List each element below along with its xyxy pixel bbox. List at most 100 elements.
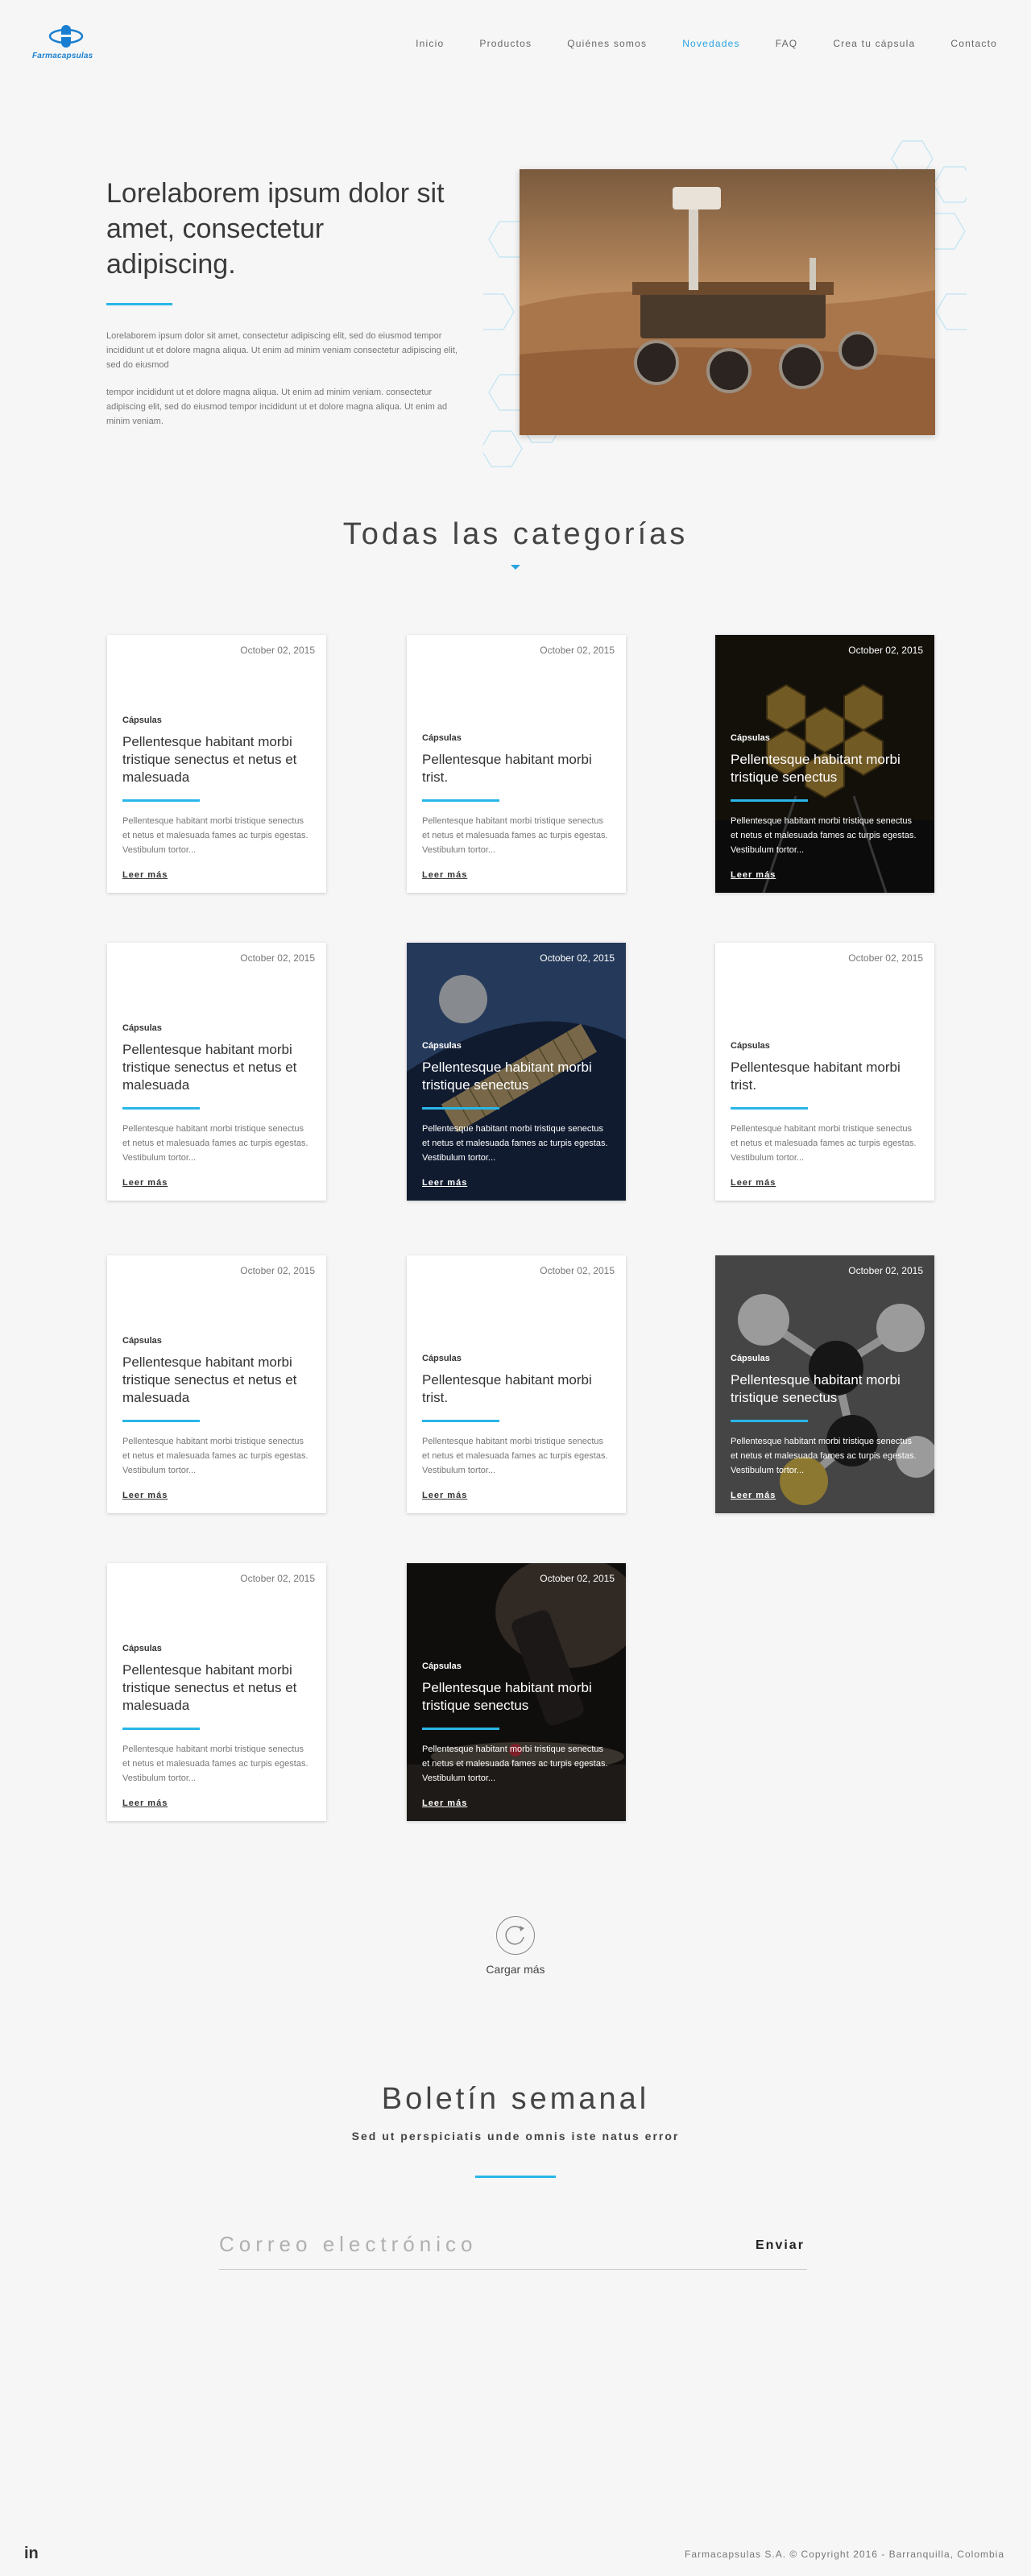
card-date: October 02, 2015 — [540, 1573, 615, 1584]
email-input[interactable] — [219, 2228, 783, 2260]
read-more-link[interactable]: Leer más — [731, 1178, 776, 1188]
card-body: Cápsulas Pellentesque habitant morbi tris… — [731, 733, 919, 893]
read-more-link[interactable]: Leer más — [122, 870, 168, 880]
categories-title: Todas las categorías — [342, 517, 689, 551]
card-title[interactable]: Pellentesque habitant morbi tristique se… — [422, 1679, 611, 1715]
card-date: October 02, 2015 — [848, 645, 923, 656]
nav-crea-tu-capsula[interactable]: Crea tu cápsula — [833, 38, 915, 49]
load-more-button[interactable]: Cargar más — [0, 1963, 1031, 1976]
card-date: October 02, 2015 — [540, 645, 615, 656]
nav-novedades[interactable]: Novedades — [682, 38, 740, 49]
card-title[interactable]: Pellentesque habitant morbi trist. — [422, 1371, 611, 1407]
read-more-link[interactable]: Leer más — [422, 1178, 467, 1188]
article-card[interactable]: October 02, 2015 Cápsulas Pellentesque hab… — [407, 1255, 626, 1513]
card-date: October 02, 2015 — [848, 952, 923, 964]
newsletter-subtitle: Sed ut perspiciatis unde omnis iste natu… — [351, 2130, 680, 2143]
card-divider — [122, 1420, 200, 1422]
copyright-text: Farmacapsulas S.A. © Copyright 2016 - Ba… — [685, 2549, 1004, 2560]
card-title[interactable]: Pellentesque habitant morbi trist. — [731, 1059, 919, 1094]
article-card[interactable]: October 02, 2015 Cápsulas Pellentesque hab… — [107, 943, 326, 1201]
card-divider — [422, 1728, 499, 1730]
card-excerpt: Pellentesque habitant morbi tristique se… — [122, 1744, 308, 1783]
card-divider — [422, 799, 499, 802]
article-card[interactable]: October 02, 2015 Cápsulas Pellentesque hab… — [407, 943, 626, 1201]
card-body: Cápsulas Pellentesque habitant morbi tris… — [122, 716, 311, 893]
card-category: Cápsulas — [422, 1041, 462, 1051]
card-excerpt: Pellentesque habitant morbi tristique se… — [122, 1437, 308, 1475]
card-title[interactable]: Pellentesque habitant morbi tristique se… — [731, 1371, 919, 1407]
card-title[interactable]: Pellentesque habitant morbi tristique se… — [731, 751, 919, 786]
read-more-link[interactable]: Leer más — [122, 1798, 168, 1808]
card-divider — [122, 1728, 200, 1730]
article-card[interactable]: October 02, 2015 Cápsulas Pellentesque hab… — [107, 635, 326, 893]
card-title[interactable]: Pellentesque habitant morbi tristique se… — [122, 1041, 311, 1094]
card-divider — [122, 1107, 200, 1110]
read-more-link[interactable]: Leer más — [122, 1178, 168, 1188]
article-card[interactable]: October 02, 2015 Cápsulas Pellentesque hab… — [715, 1255, 934, 1513]
card-category: Cápsulas — [731, 1041, 770, 1051]
article-card[interactable]: October 02, 2015 Cápsulas Pellentesque hab… — [107, 1255, 326, 1513]
card-category: Cápsulas — [122, 1336, 162, 1346]
article-card[interactable]: October 02, 2015 Cápsulas Pellentesque hab… — [407, 1563, 626, 1821]
card-excerpt: Pellentesque habitant morbi tristique se… — [422, 816, 608, 855]
card-title[interactable]: Pellentesque habitant morbi trist. — [422, 751, 611, 786]
hero-paragraph-2: tempor incididunt ut et dolore magna ali… — [106, 388, 448, 426]
card-date: October 02, 2015 — [848, 1265, 923, 1276]
nav-faq[interactable]: FAQ — [776, 38, 798, 49]
card-divider — [122, 799, 200, 802]
card-divider — [731, 1107, 808, 1110]
card-excerpt: Pellentesque habitant morbi tristique se… — [422, 1744, 608, 1783]
read-more-link[interactable]: Leer más — [422, 1798, 467, 1808]
read-more-link[interactable]: Leer más — [422, 870, 467, 880]
card-title[interactable]: Pellentesque habitant morbi tristique se… — [122, 1354, 311, 1407]
caret-down-icon — [511, 565, 520, 570]
card-date: October 02, 2015 — [240, 1573, 315, 1584]
nav-inicio[interactable]: Inicio — [416, 38, 444, 49]
card-divider — [422, 1107, 499, 1110]
main-nav: Inicio Productos Quiénes somos Novedades… — [380, 38, 997, 49]
card-category: Cápsulas — [731, 1354, 770, 1363]
card-excerpt: Pellentesque habitant morbi tristique se… — [731, 1437, 917, 1475]
card-excerpt: Pellentesque habitant morbi tristique se… — [122, 1124, 308, 1163]
nav-productos[interactable]: Productos — [479, 38, 532, 49]
card-body: Cápsulas Pellentesque habitant morbi tris… — [122, 1644, 311, 1821]
card-excerpt: Pellentesque habitant morbi tristique se… — [731, 1124, 917, 1163]
read-more-link[interactable]: Leer más — [731, 1491, 776, 1500]
card-excerpt: Pellentesque habitant morbi tristique se… — [422, 1124, 608, 1163]
card-divider — [731, 1420, 808, 1422]
read-more-link[interactable]: Leer más — [122, 1491, 168, 1500]
read-more-link[interactable]: Leer más — [422, 1491, 467, 1500]
card-category: Cápsulas — [422, 733, 462, 743]
send-button[interactable]: Enviar — [756, 2238, 805, 2253]
article-card[interactable]: October 02, 2015 Cápsulas Pellentesque hab… — [407, 635, 626, 893]
card-title[interactable]: Pellentesque habitant morbi tristique se… — [122, 733, 311, 786]
card-category: Cápsulas — [122, 1644, 162, 1653]
nav-quienes-somos[interactable]: Quiénes somos — [567, 38, 647, 49]
card-body: Cápsulas Pellentesque habitant morbi tris… — [122, 1336, 311, 1513]
refresh-icon[interactable] — [496, 1916, 535, 1955]
article-card[interactable]: October 02, 2015 Cápsulas Pellentesque hab… — [715, 635, 934, 893]
email-underline — [219, 2269, 807, 2270]
card-body: Cápsulas Pellentesque habitant morbi tris… — [422, 1354, 611, 1513]
article-card[interactable]: October 02, 2015 Cápsulas Pellentesque hab… — [715, 943, 934, 1201]
hero-title: Lorelaborem ipsum dolor sit amet, consec… — [106, 178, 445, 280]
card-body: Cápsulas Pellentesque habitant morbi tris… — [122, 1023, 311, 1201]
read-more-link[interactable]: Leer más — [731, 870, 776, 880]
newsletter-title: Boletín semanal — [381, 2082, 650, 2116]
card-date: October 02, 2015 — [540, 952, 615, 964]
logo[interactable]: Farmacapsulas — [32, 24, 105, 66]
hero-mars-rover-image — [520, 169, 935, 435]
logo-capsule-icon — [48, 25, 84, 48]
article-card[interactable]: October 02, 2015 Cápsulas Pellentesque hab… — [107, 1563, 326, 1821]
nav-contacto[interactable]: Contacto — [950, 38, 997, 49]
newsletter-divider — [475, 2176, 556, 2178]
card-title[interactable]: Pellentesque habitant morbi tristique se… — [422, 1059, 611, 1094]
linkedin-icon[interactable]: in — [24, 2545, 39, 2563]
card-body: Cápsulas Pellentesque habitant morbi tris… — [422, 733, 611, 893]
hero-divider — [106, 303, 172, 305]
logo-text: Farmacapsulas — [32, 52, 93, 60]
card-divider — [731, 799, 808, 802]
site-header: Farmacapsulas Inicio Productos Quiénes s… — [0, 0, 1031, 89]
card-title[interactable]: Pellentesque habitant morbi tristique se… — [122, 1661, 311, 1715]
card-excerpt: Pellentesque habitant morbi tristique se… — [731, 816, 917, 855]
